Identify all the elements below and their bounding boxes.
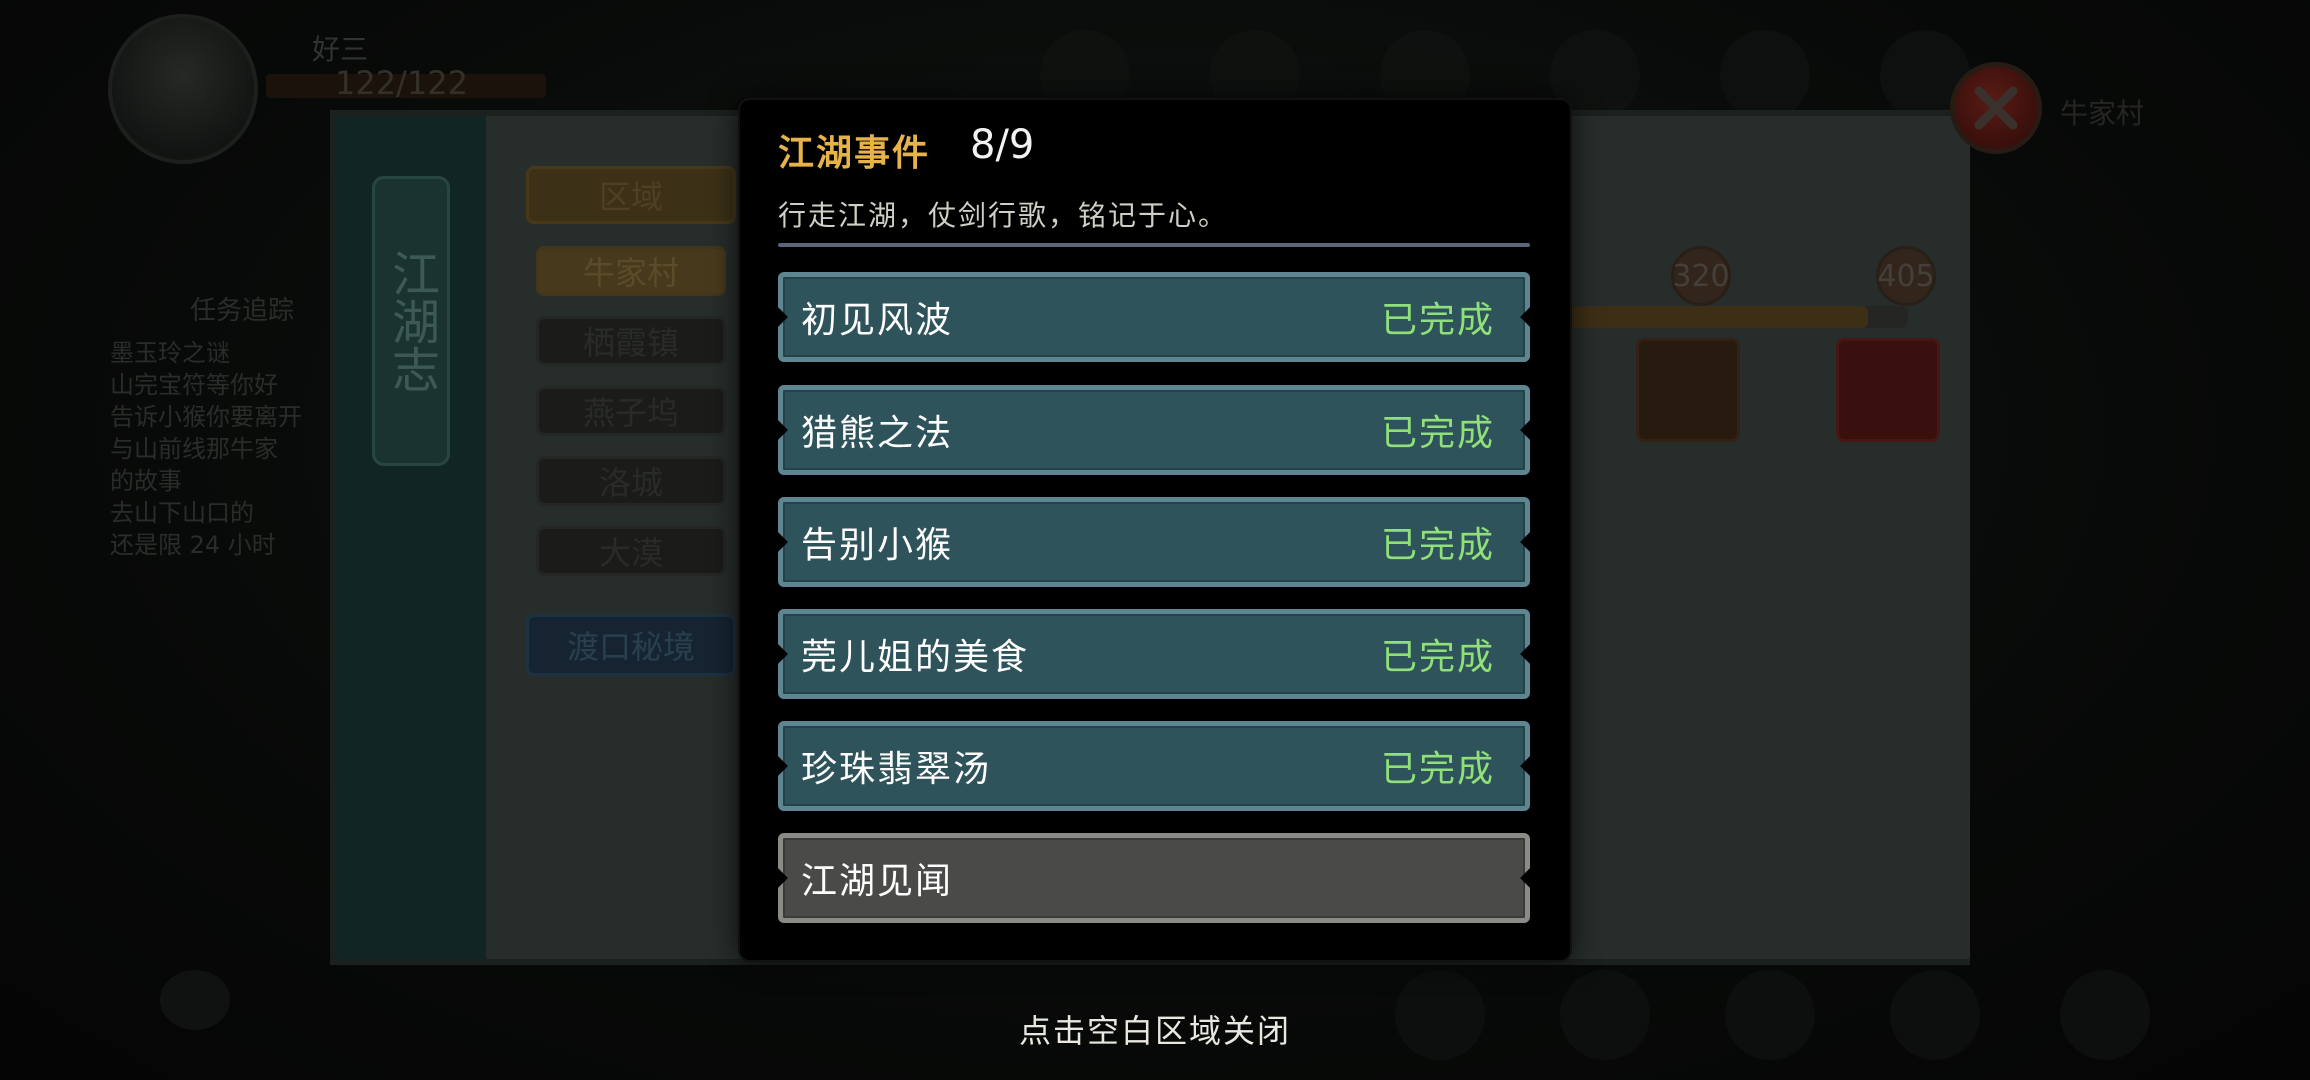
close-hint: 点击空白区域关闭 [1018,1012,1291,1050]
event-status: 已完成 [1380,749,1495,790]
modal-title: 江湖事件 [778,133,931,174]
event-status: 已完成 [1380,525,1495,566]
modal-progress: 8/9 [970,122,1035,168]
jianghu-event-modal: 江湖事件 8/9 行走江湖，仗剑行歌，铭记于心。 初见风波 已完成 猎熊之法 已… [740,100,1570,960]
event-status: 已完成 [1380,413,1495,454]
event-name: 珍珠翡翠汤 [801,749,992,790]
event-name: 莞儿姐的美食 [801,637,1030,678]
event-name: 猎熊之法 [801,413,954,454]
event-item[interactable]: 告别小猴 已完成 [778,497,1530,587]
event-item-pending[interactable]: 江湖见闻 [778,833,1530,923]
modal-subtitle: 行走江湖，仗剑行歌，铭记于心。 [778,199,1229,232]
event-status: 已完成 [1380,637,1495,678]
event-item[interactable]: 猎熊之法 已完成 [778,385,1530,475]
event-item[interactable]: 初见风波 已完成 [778,272,1530,362]
event-name: 江湖见闻 [801,861,954,902]
event-name: 初见风波 [801,300,954,341]
event-status: 已完成 [1380,300,1495,341]
event-item[interactable]: 莞儿姐的美食 已完成 [778,609,1530,699]
event-name: 告别小猴 [801,525,954,566]
modal-divider [778,243,1530,247]
event-item[interactable]: 珍珠翡翠汤 已完成 [778,721,1530,811]
